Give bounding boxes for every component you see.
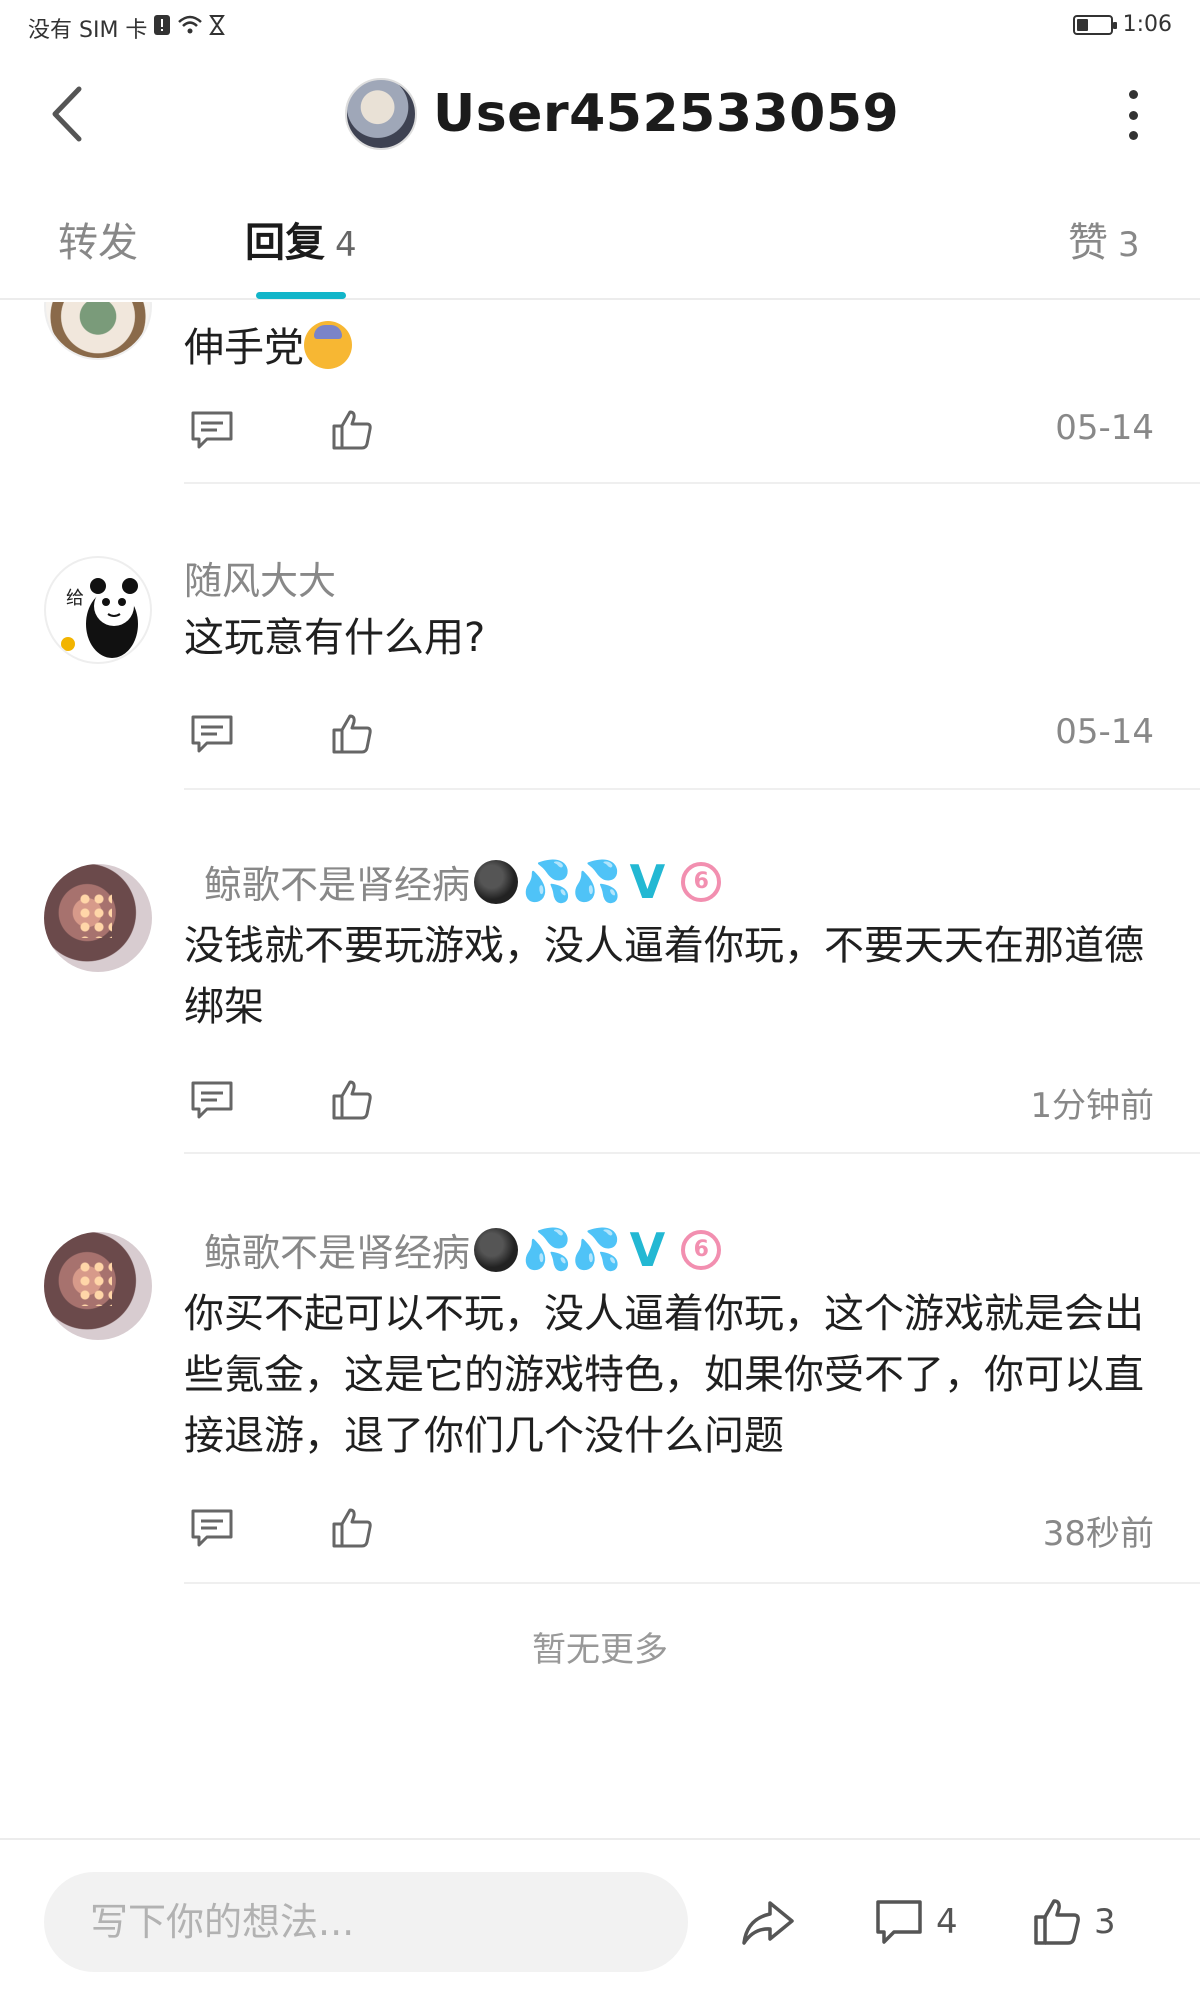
- share-button[interactable]: [740, 1890, 796, 1954]
- thumbs-up-icon: [1034, 1899, 1080, 1945]
- header-center[interactable]: User452533059: [345, 74, 899, 154]
- status-bar: 没有 SIM 卡 1:06: [0, 0, 1200, 48]
- verified-v-badge: V: [629, 1222, 666, 1277]
- share-arrow-icon: [742, 1901, 794, 1945]
- tab-label: 转发: [58, 220, 138, 266]
- avatar[interactable]: [44, 1232, 152, 1340]
- reply-actions: 05-14: [184, 706, 1154, 766]
- reply-time: 05-14: [1055, 712, 1154, 752]
- more-vertical-icon: [1128, 90, 1138, 99]
- reply-time: 38秒前: [1042, 1514, 1154, 1554]
- back-button[interactable]: [42, 82, 92, 146]
- hourglass-icon: [209, 14, 226, 42]
- sim-status: 没有 SIM 卡: [28, 18, 148, 43]
- sim-alert-icon: [153, 14, 171, 42]
- reply-text: 你买不起可以不玩，没人逼着你玩，这个游戏就是会出些氪金，这是它的游戏特色，如果你…: [184, 1291, 1144, 1459]
- level-badge: 6: [681, 1229, 722, 1270]
- verified-v-badge: V: [629, 854, 666, 909]
- sweat-drops-icon: 💦💦: [522, 1226, 622, 1273]
- reply-text: 没钱就不要玩游戏，没人逼着你玩，不要天天在那道德绑架: [184, 923, 1144, 1030]
- comment-icon: [191, 1509, 233, 1547]
- reply-list: 伸手党 05-14 给 随风大大 这玩意有什么用? 05-14 鲸歌不是肾经病 …: [0, 302, 1200, 1832]
- reply-actions: 38秒前: [184, 1500, 1154, 1560]
- tab-likes[interactable]: 赞 3: [1068, 210, 1140, 268]
- sweat-drops-icon: 💦💦: [522, 858, 622, 905]
- no-more-text: 暂无更多: [532, 1630, 668, 1670]
- reply-time: 1分钟前: [1030, 1086, 1154, 1126]
- thumbs-up-icon: [332, 1508, 372, 1548]
- avatar-dots: [78, 892, 112, 938]
- battery-fill: [1076, 18, 1088, 31]
- reply-actions: 05-14: [184, 402, 1154, 462]
- comment-icon: [191, 715, 233, 753]
- sad-sweat-emoji-icon: [304, 321, 352, 369]
- status-time: 1:06: [1122, 12, 1172, 37]
- reply-username[interactable]: 随风大大: [184, 550, 336, 605]
- status-left: 没有 SIM 卡: [28, 12, 226, 44]
- page-title: User452533059: [433, 84, 900, 144]
- like-count: 3: [1094, 1902, 1116, 1942]
- tab-label: 回复: [245, 220, 325, 266]
- bottom-bar: 4 3: [0, 1838, 1200, 2000]
- user-avatar[interactable]: [345, 78, 417, 150]
- comment-input[interactable]: [44, 1872, 688, 1972]
- tab-label: 赞: [1068, 220, 1108, 266]
- divider: [184, 1582, 1200, 1584]
- reply-username[interactable]: 鲸歌不是肾经病 💦💦 V 6: [184, 1222, 722, 1277]
- level-badge: 6: [681, 861, 722, 902]
- reply-button[interactable]: [184, 706, 240, 762]
- more-button[interactable]: [1118, 90, 1148, 140]
- tab-count: 3: [1118, 225, 1140, 265]
- avatar[interactable]: 给: [44, 556, 152, 664]
- like-button[interactable]: [324, 402, 380, 458]
- chevron-left-icon: [52, 86, 82, 142]
- page: 没有 SIM 卡 1:06 User452533059 转发 回复 4 赞 3 …: [0, 0, 1200, 2000]
- reply-actions: 1分钟前: [184, 1072, 1154, 1132]
- status-right: 1:06: [1072, 12, 1172, 37]
- thumbs-up-icon: [332, 1080, 372, 1120]
- avatar[interactable]: [44, 864, 152, 972]
- avatar[interactable]: [44, 302, 152, 360]
- reply-button[interactable]: [184, 1500, 240, 1556]
- reply-text: 伸手党: [184, 318, 1164, 379]
- tab-bar: 转发 回复 4 赞 3: [0, 200, 1200, 300]
- avatar-dots: [78, 1260, 112, 1306]
- avatar-text: 给: [66, 588, 84, 609]
- divider: [184, 1152, 1200, 1154]
- divider: [184, 788, 1200, 790]
- reply-text: 这玩意有什么用?: [184, 615, 486, 661]
- like-button[interactable]: [324, 1500, 380, 1556]
- like-button[interactable]: [324, 706, 380, 762]
- tab-indicator: [256, 292, 346, 299]
- battery-icon: [1072, 14, 1117, 35]
- tab-count: 4: [335, 225, 357, 265]
- like-count-button[interactable]: 3: [1032, 1890, 1116, 1954]
- moon-face-emoji-icon: [474, 1227, 519, 1272]
- header: User452533059: [0, 60, 1200, 170]
- wifi-icon: [177, 14, 203, 42]
- like-button[interactable]: [324, 1072, 380, 1128]
- reply-username[interactable]: 鲸歌不是肾经病 💦💦 V 6: [184, 854, 722, 909]
- tab-repost[interactable]: 转发: [58, 210, 138, 268]
- moon-face-emoji-icon: [474, 859, 519, 904]
- thumbs-up-icon: [332, 714, 372, 754]
- comment-count-button[interactable]: 4: [874, 1890, 958, 1954]
- panda-meme-icon: [61, 578, 138, 658]
- reply-button[interactable]: [184, 402, 240, 458]
- thumbs-up-icon: [332, 410, 372, 450]
- comment-icon: [191, 1081, 233, 1119]
- comment-count: 4: [936, 1902, 958, 1942]
- tab-replies[interactable]: 回复 4: [245, 210, 357, 268]
- comment-icon: [191, 411, 233, 449]
- reply-button[interactable]: [184, 1072, 240, 1128]
- reply-time: 05-14: [1055, 408, 1154, 448]
- divider: [184, 482, 1200, 484]
- comment-icon: [876, 1900, 922, 1944]
